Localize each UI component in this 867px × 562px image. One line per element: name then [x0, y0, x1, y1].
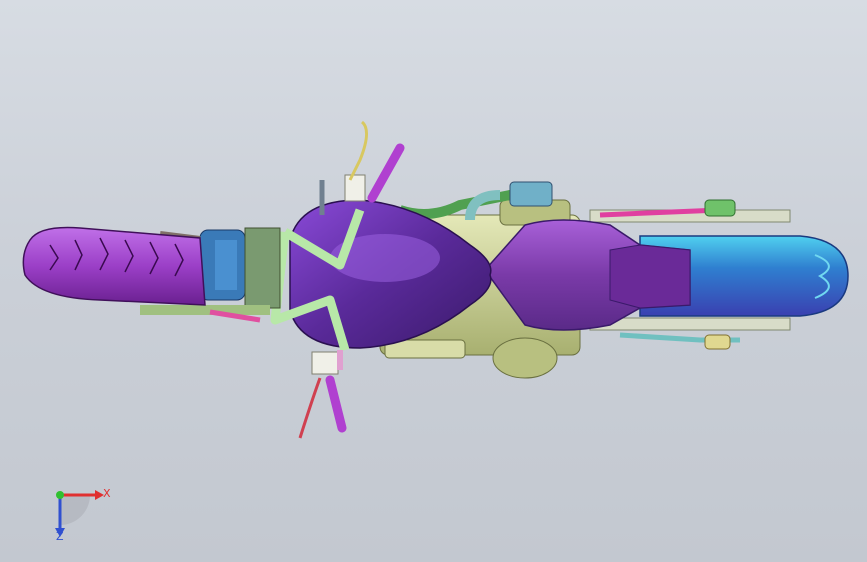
motorcycle-model[interactable]	[0, 0, 867, 562]
handlebar-right[interactable]	[298, 350, 347, 439]
x-axis-label: X	[103, 487, 111, 500]
front-tire	[22, 226, 206, 306]
triad-origin	[56, 491, 64, 499]
handlebar-left[interactable]	[319, 120, 405, 215]
z-axis-label: Z	[56, 530, 64, 543]
cad-viewport[interactable]: X Z	[0, 0, 867, 562]
